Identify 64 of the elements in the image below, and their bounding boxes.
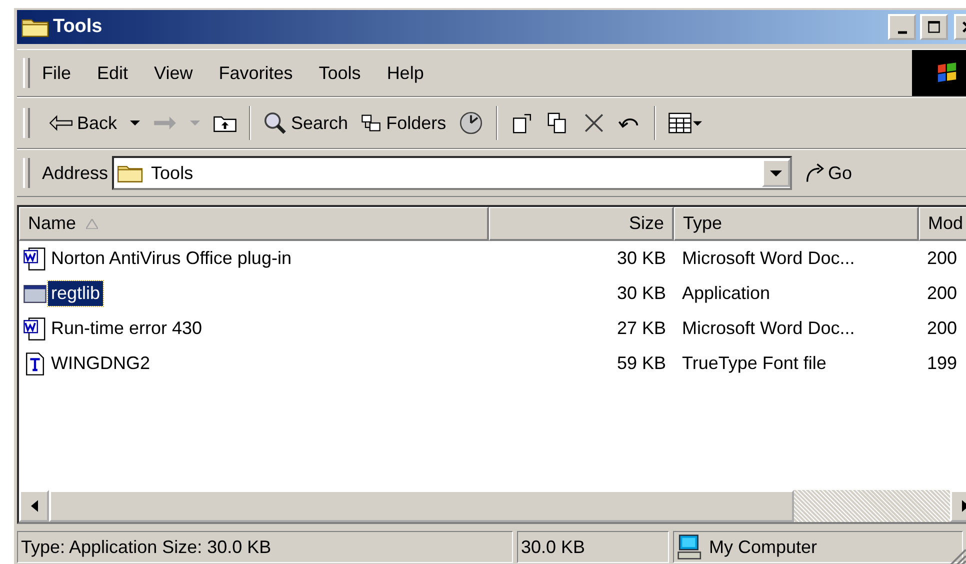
maximize-button[interactable] [920, 14, 948, 40]
menu-item[interactable]: View [154, 62, 193, 84]
horizontal-scrollbar[interactable] [19, 490, 966, 522]
file-date: 200 [926, 283, 958, 304]
forward-arrow-icon [153, 115, 178, 131]
file-date: 200 [926, 318, 958, 339]
menu-item[interactable]: File [42, 62, 72, 84]
folder-icon [117, 163, 144, 183]
column-header[interactable]: Name [19, 207, 489, 241]
toolbar-grip[interactable] [23, 108, 30, 138]
dropdown-button[interactable] [762, 159, 790, 187]
folder-tree-icon [360, 113, 382, 133]
file-date: 200 [926, 248, 958, 269]
column-header[interactable]: Size [489, 207, 674, 241]
word-document-icon [23, 246, 47, 270]
caret-icon[interactable] [130, 120, 140, 126]
font-file-icon [23, 352, 47, 376]
menu-item[interactable]: Favorites [218, 62, 293, 84]
file-name[interactable]: Norton AntiVirus Office plug-in [48, 246, 294, 271]
computer-icon [677, 534, 703, 560]
address-label: Address [42, 162, 108, 184]
window-title: Tools [53, 16, 102, 38]
menu-item[interactable]: Tools [318, 62, 361, 84]
search-icon [263, 111, 288, 135]
menu-item[interactable]: Edit [97, 62, 128, 84]
column-header[interactable]: Mod [919, 207, 966, 241]
go-arrow-icon [804, 162, 826, 184]
back-arrow-icon [49, 115, 73, 131]
file-name[interactable]: WINGDNG2 [48, 351, 153, 376]
sort-triangle-icon [86, 218, 98, 228]
status-text: Type: Application Size: 30.0 KB [17, 531, 513, 563]
file-size: 30 KB [616, 248, 667, 269]
column-header[interactable]: Type [674, 207, 919, 241]
caret-icon [693, 120, 702, 126]
status-text: 30.0 KB [517, 531, 669, 563]
maximize-icon [927, 20, 941, 34]
file-size: 30 KB [616, 283, 667, 304]
file-type: Microsoft Word Doc... [681, 248, 856, 269]
minimize-icon [898, 30, 906, 34]
views-icon [668, 112, 692, 134]
file-date: 199 [926, 353, 958, 374]
scroll-thumb[interactable] [49, 490, 794, 522]
file-type: Microsoft Word Doc... [681, 318, 856, 339]
file-size: 59 KB [616, 353, 667, 374]
menu-item[interactable]: Help [386, 62, 424, 84]
folders-button[interactable]: Folders [355, 110, 452, 136]
search-button[interactable]: Search [258, 109, 354, 137]
file-type: Application [681, 283, 772, 304]
status-text: My Computer [709, 536, 818, 558]
left-arrow-icon [30, 500, 38, 512]
address-field[interactable]: Tools [112, 156, 792, 190]
back-button[interactable]: Back [44, 110, 122, 136]
go-button[interactable]: Go [804, 162, 852, 184]
toolbar-grip[interactable] [23, 158, 30, 188]
file-size: 27 KB [616, 318, 667, 339]
file-name[interactable]: regtlib [48, 281, 104, 306]
file-type: TrueType Font file [681, 353, 828, 374]
toolbar-grip[interactable] [23, 58, 30, 88]
minimize-button[interactable] [888, 14, 916, 40]
file-name[interactable]: Run-time error 430 [48, 316, 206, 341]
word-document-icon [23, 316, 47, 340]
caret-icon [770, 170, 782, 176]
scroll-left-button[interactable] [19, 490, 49, 522]
clock-icon [458, 110, 484, 136]
